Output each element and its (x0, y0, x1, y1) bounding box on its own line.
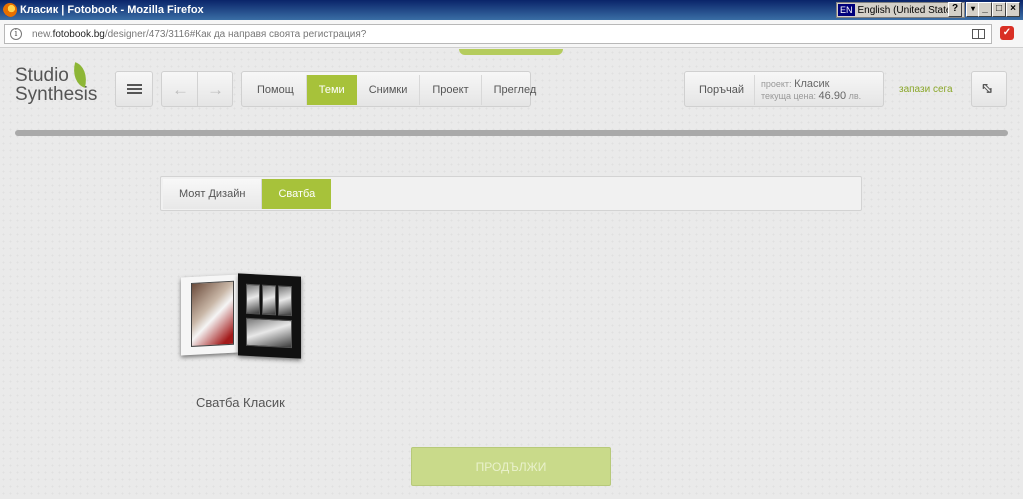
tab-photos[interactable]: Снимки (357, 75, 421, 105)
tab-my-design[interactable]: Моят Дизайн (163, 179, 263, 209)
menu-button[interactable] (115, 71, 153, 107)
theme-category-tabs: Моят Дизайн Сватба (160, 176, 862, 211)
order-info: проект: Класик текуща цена: 46.90 лв. (761, 78, 862, 102)
designer-app: Studio Synthesis ← → Помощ Теми Снимки П… (0, 49, 1023, 499)
close-icon[interactable]: × (1006, 2, 1020, 17)
maximize-icon[interactable]: □ (992, 2, 1006, 17)
album-left-page (181, 274, 238, 356)
progress-bar (15, 130, 1008, 136)
window-titlebar: Класик | Fotobook - Mozilla Firefox EN E… (0, 0, 1023, 20)
addon-icon[interactable]: ✓ (1000, 26, 1014, 40)
tab-help[interactable]: Помощ (245, 75, 307, 105)
tab-themes[interactable]: Теми (306, 75, 357, 105)
help-icon[interactable]: ? (948, 2, 962, 17)
url-text[interactable]: new.fotobook.bg/designer/473/3116#Как да… (32, 29, 366, 40)
undo-icon[interactable]: ← (172, 80, 189, 100)
expand-icon: ⇕ (977, 78, 999, 101)
browser-toolbar: i new.fotobook.bg/designer/473/3116#Как … (0, 20, 1023, 48)
bride-photo (191, 280, 234, 347)
tab-wedding[interactable]: Сватба (262, 179, 332, 209)
language-code: EN (838, 4, 855, 16)
order-button[interactable]: Поръчай (689, 75, 755, 105)
address-bar[interactable]: i new.fotobook.bg/designer/473/3116#Как … (4, 24, 992, 44)
fullscreen-button[interactable]: ⇕ (971, 71, 1007, 107)
tab-project[interactable]: Проект (420, 75, 482, 105)
hamburger-icon (127, 84, 142, 86)
reader-view-icon[interactable] (972, 29, 985, 39)
minimize-icon[interactable]: _ (978, 2, 992, 17)
site-info-icon[interactable]: i (10, 28, 22, 40)
album-title[interactable]: Сватба Класик (196, 395, 285, 410)
album-right-page (238, 273, 301, 359)
top-handle[interactable] (459, 49, 563, 55)
language-label: English (United States) (857, 4, 960, 16)
project-name: Класик (794, 78, 830, 90)
album-thumbnail[interactable] (179, 273, 303, 359)
logo: Studio Synthesis (15, 62, 97, 104)
tab-preview[interactable]: Преглед (482, 75, 549, 105)
order-panel: Поръчай проект: Класик текуща цена: 46.9… (684, 71, 884, 107)
undo-redo-group: ← → (161, 71, 233, 107)
main-nav: Помощ Теми Снимки Проект Преглед (241, 71, 536, 107)
save-now-link[interactable]: запази сега (899, 84, 953, 95)
continue-button[interactable]: ПРОДЪЛЖИ (411, 447, 611, 486)
firefox-icon (3, 3, 17, 17)
language-indicator[interactable]: EN English (United States) (836, 2, 965, 18)
window-title: Класик | Fotobook - Mozilla Firefox (20, 4, 204, 16)
current-price: 46.90 (818, 90, 847, 102)
redo-icon[interactable]: → (207, 80, 224, 100)
